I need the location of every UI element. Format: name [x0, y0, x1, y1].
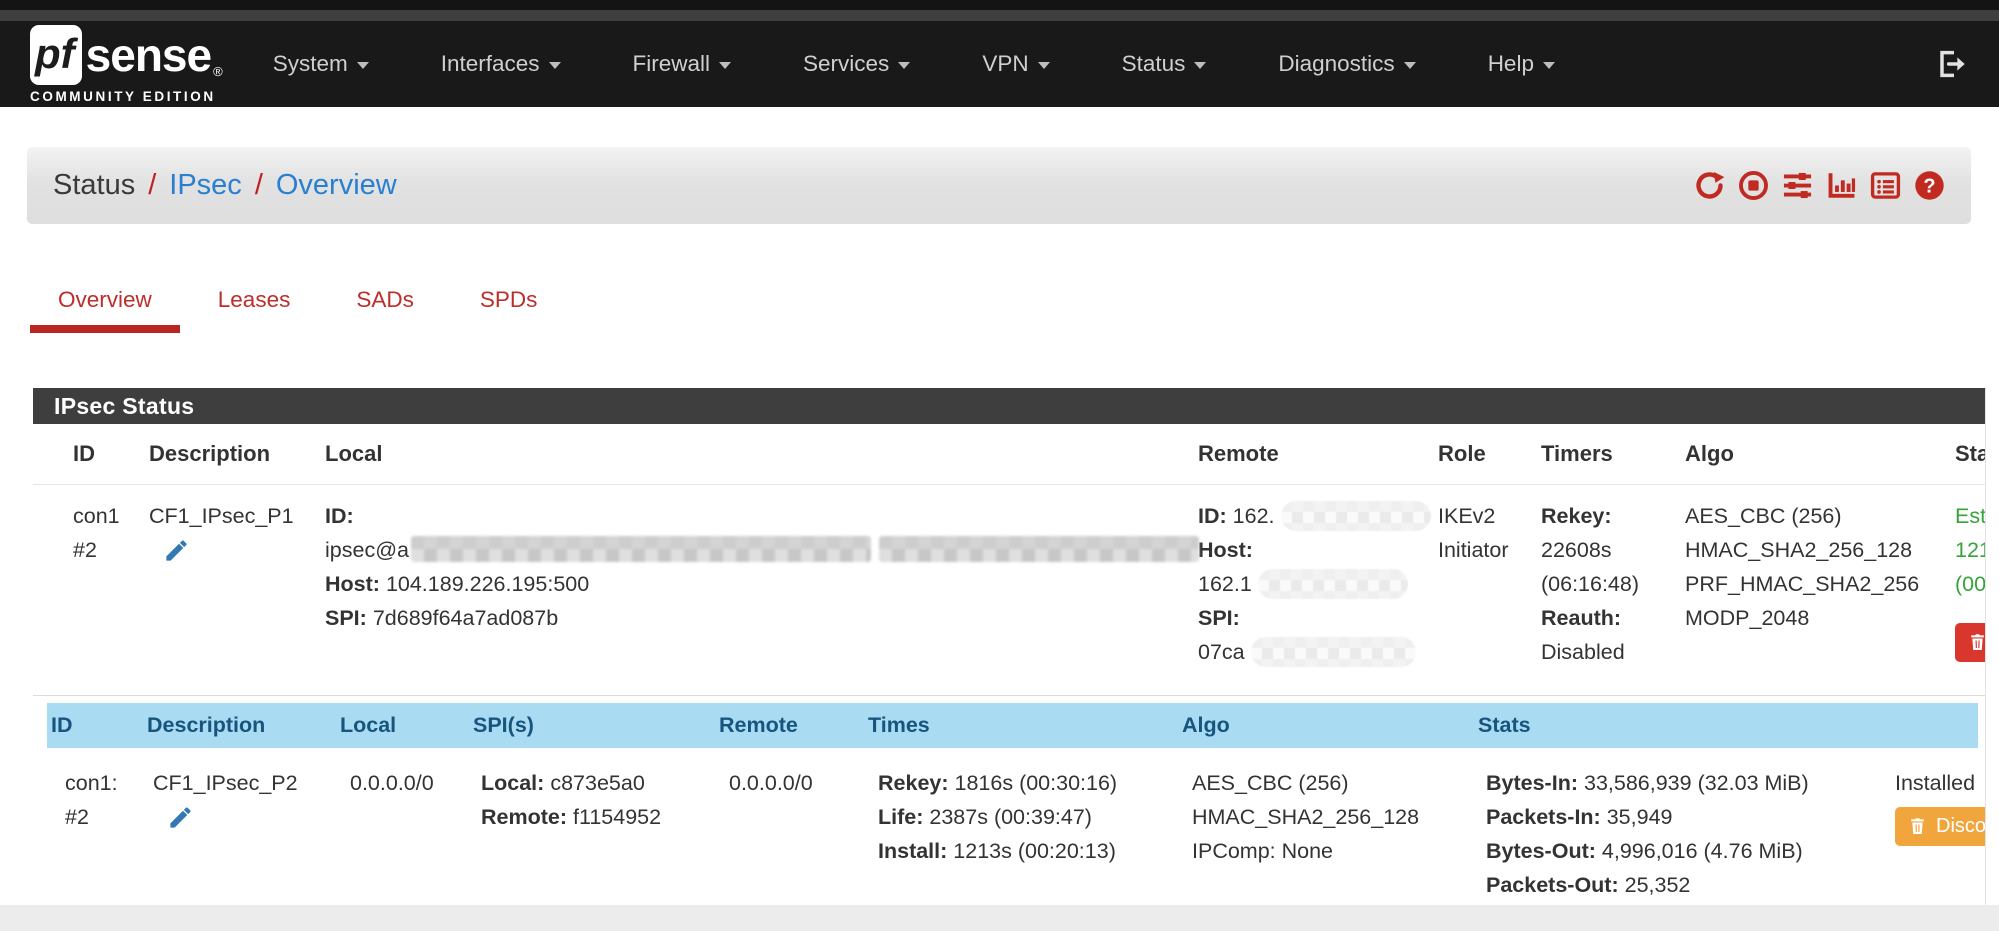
tab-overview[interactable]: Overview: [30, 281, 180, 333]
edit-pencil-icon[interactable]: [163, 537, 190, 564]
ike-local-cell: ID: ipsec@a Host:104.189.226.195:500 SPI…: [325, 499, 1198, 669]
svg-text:?: ?: [1923, 176, 1935, 198]
col-header-times: Times: [868, 713, 1182, 738]
breadcrumb-overview-link[interactable]: Overview: [276, 169, 397, 202]
status-installed: Installed: [1895, 766, 1999, 800]
child-sa-header: ID Description Local SPI(s) Remote Times…: [47, 703, 1978, 748]
ike-remote-cell: ID:162. Host: 162.1 SPI: 07ca: [1198, 499, 1438, 669]
chevron-down-icon: [898, 62, 910, 69]
breadcrumb-separator: /: [255, 169, 263, 202]
breadcrumb-separator: /: [148, 169, 156, 202]
menu-item-services[interactable]: Services: [803, 51, 910, 77]
trash-icon: [1908, 816, 1927, 837]
pf-logo-box: pf: [30, 25, 82, 85]
menu-item-firewall[interactable]: Firewall: [633, 51, 732, 77]
registered-mark: ®: [213, 64, 223, 79]
pfsense-logo[interactable]: pf sense ® COMMUNITY EDITION: [30, 25, 223, 104]
redacted-value: [879, 536, 1199, 562]
col-header-timers: Timers: [1541, 441, 1685, 467]
ike-id-cell: con1 #2: [73, 499, 149, 669]
col-header-remote: Remote: [719, 713, 868, 738]
menu-item-system[interactable]: System: [273, 51, 369, 77]
child-description-cell: CF1_IPsec_P2: [147, 766, 340, 902]
pfsense-logo-wordmark: pf sense ®: [30, 25, 223, 85]
ike-table-row: con1 #2 CF1_IPsec_P1 ID: ipsec@a Host:10…: [33, 485, 1999, 696]
tab-spds[interactable]: SPDs: [452, 281, 566, 333]
ike-timers-cell: Rekey: 22608s (06:16:48) Reauth: Disable…: [1541, 499, 1685, 669]
sign-out-icon[interactable]: [1935, 48, 1969, 80]
child-spis-cell: Local:c873e5a0 Remote:f1154952: [473, 766, 719, 902]
help-icon[interactable]: ?: [1914, 170, 1945, 201]
ike-algo-cell: AES_CBC (256) HMAC_SHA2_256_128 PRF_HMAC…: [1685, 499, 1955, 669]
breadcrumb-ipsec-link[interactable]: IPsec: [169, 169, 242, 202]
child-times-cell: Rekey:1816s (00:30:16) Life:2387s (00:39…: [868, 766, 1182, 902]
col-header-description: Description: [147, 713, 340, 738]
child-id-cell: con1: #2: [51, 766, 147, 902]
col-header-id: ID: [51, 713, 147, 738]
ipsec-status-panel: IPsec Status ID Description Local Remote…: [33, 388, 1999, 906]
top-navbar: pf sense ® COMMUNITY EDITION System Inte…: [0, 21, 1999, 107]
col-header-local: Local: [325, 441, 1198, 467]
filter-sliders-icon[interactable]: [1782, 170, 1813, 201]
tab-leases[interactable]: Leases: [190, 281, 319, 333]
sense-logo-text: sense: [86, 28, 211, 82]
child-status-cell: Installed Disconnect: [1890, 766, 1999, 902]
menu-item-diagnostics[interactable]: Diagnostics: [1278, 51, 1415, 77]
disconnect-p2-button[interactable]: Disconnect: [1895, 807, 1999, 846]
child-sa-table: ID Description Local SPI(s) Remote Times…: [47, 703, 1999, 906]
child-sa-row: con1: #2 CF1_IPsec_P2 0.0.0.0/0 Local:c8…: [47, 748, 1999, 906]
child-local-cell: 0.0.0.0/0: [340, 766, 473, 902]
child-stats-cell: Bytes-In:33,586,939 (32.03 MiB) Packets-…: [1478, 766, 1890, 902]
col-header-role: Role: [1438, 441, 1541, 467]
panel-title: IPsec Status: [33, 388, 1999, 424]
chevron-down-icon: [1543, 62, 1555, 69]
main-menu: System Interfaces Firewall Services VPN …: [273, 51, 1627, 77]
chevron-down-icon: [1194, 62, 1206, 69]
ike-description-cell: CF1_IPsec_P1: [149, 499, 325, 669]
viewport-edge-strip: [1985, 388, 1999, 905]
community-edition-label: COMMUNITY EDITION: [30, 89, 223, 104]
redacted-value: [1258, 569, 1408, 599]
page-toolbar: ?: [1694, 170, 1945, 201]
chevron-down-icon: [549, 62, 561, 69]
redacted-value: [411, 536, 871, 562]
col-header-remote: Remote: [1198, 441, 1438, 467]
menu-item-help[interactable]: Help: [1488, 51, 1555, 77]
log-list-icon[interactable]: [1870, 170, 1901, 201]
col-header-local: Local: [340, 713, 473, 738]
menu-item-status[interactable]: Status: [1122, 51, 1207, 77]
menu-item-vpn[interactable]: VPN: [982, 51, 1049, 77]
chevron-down-icon: [1038, 62, 1050, 69]
menu-item-interfaces[interactable]: Interfaces: [441, 51, 561, 77]
chevron-down-icon: [719, 62, 731, 69]
window-top-strip: [0, 0, 1999, 10]
child-algo-cell: AES_CBC (256) HMAC_SHA2_256_128 IPComp: …: [1182, 766, 1478, 902]
breadcrumb-status: Status: [53, 169, 135, 202]
col-header-algo: Algo: [1182, 713, 1478, 738]
redacted-value: [1251, 637, 1416, 667]
stop-icon[interactable]: [1738, 170, 1769, 201]
col-header-stats: Stats: [1478, 713, 1890, 738]
chevron-down-icon: [357, 62, 369, 69]
col-header-description: Description: [149, 441, 325, 467]
breadcrumb-bar: Status / IPsec / Overview: [27, 147, 1971, 224]
bar-chart-icon[interactable]: [1826, 170, 1857, 201]
edit-pencil-icon[interactable]: [167, 804, 194, 831]
redacted-value: [1281, 501, 1431, 531]
col-header-spis: SPI(s): [473, 713, 719, 738]
col-header-id: ID: [73, 441, 149, 467]
window-sub-strip: [0, 10, 1999, 21]
child-remote-cell: 0.0.0.0/0: [719, 766, 868, 902]
ipsec-tabs: Overview Leases SADs SPDs: [30, 281, 575, 333]
col-header-algo: Algo: [1685, 441, 1955, 467]
chevron-down-icon: [1404, 62, 1416, 69]
ike-table-header: ID Description Local Remote Role Timers …: [33, 424, 1999, 485]
ike-role-cell: IKEv2 Initiator: [1438, 499, 1541, 669]
tab-sads[interactable]: SADs: [328, 281, 442, 333]
refresh-icon[interactable]: [1694, 170, 1725, 201]
page-footer-background: [0, 905, 1999, 931]
